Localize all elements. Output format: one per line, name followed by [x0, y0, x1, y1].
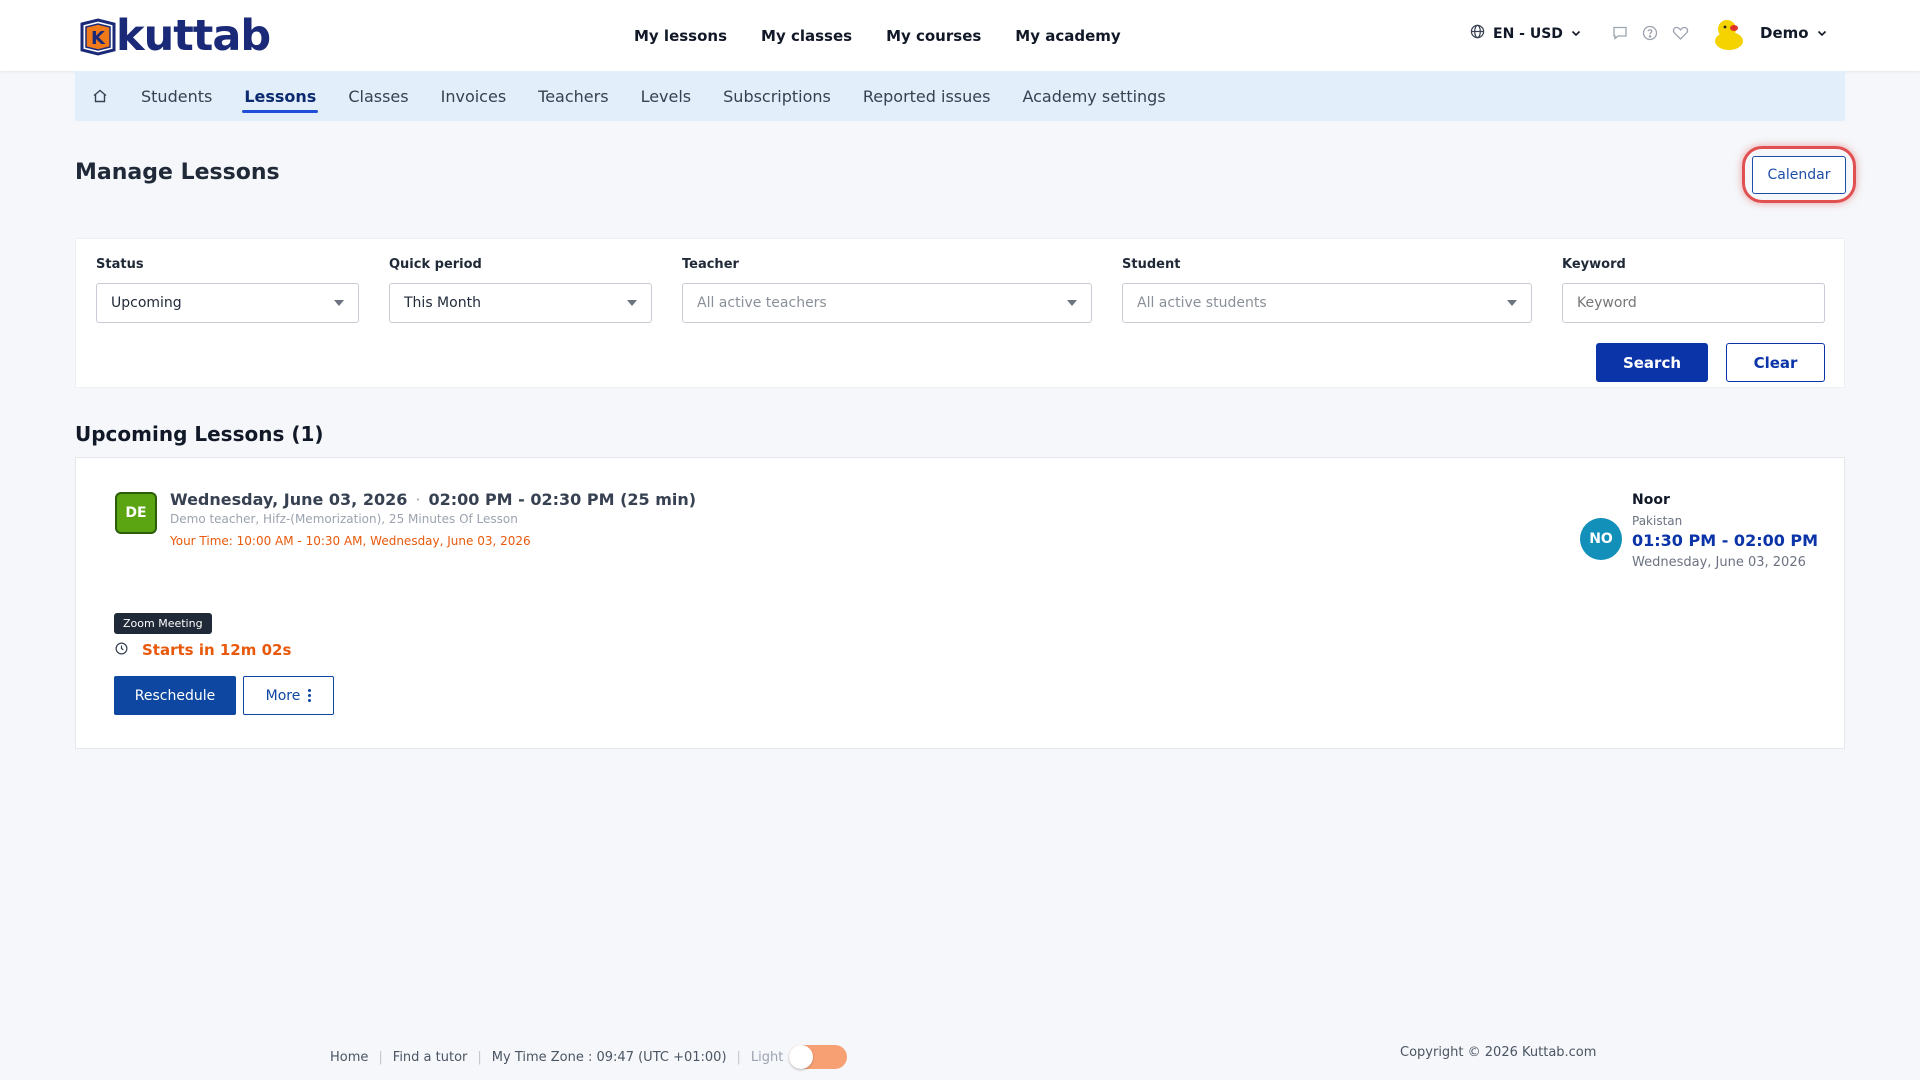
upcoming-lessons-title: Upcoming Lessons (1) — [75, 422, 324, 446]
caret-down-icon — [1067, 300, 1077, 306]
user-avatar[interactable] — [1712, 17, 1746, 51]
student-select[interactable]: All active students — [1122, 283, 1532, 323]
caret-down-icon — [627, 300, 637, 306]
lesson-card: DE Wednesday, June 03, 2026 · 02:00 PM -… — [75, 457, 1845, 749]
student-avatar: NO — [1580, 518, 1622, 560]
copyright: Copyright © 2026 Kuttab.com — [1400, 1045, 1597, 1060]
tab-classes[interactable]: Classes — [332, 71, 424, 121]
user-menu[interactable]: Demo — [1760, 24, 1827, 42]
lesson-time: 02:00 PM - 02:30 PM (25 min) — [428, 490, 697, 509]
lesson-datetime: Wednesday, June 03, 2026 · 02:00 PM - 02… — [170, 490, 696, 509]
clear-button[interactable]: Clear — [1726, 343, 1825, 382]
teacher-label: Teacher — [682, 257, 739, 272]
language-currency-label: EN - USD — [1493, 25, 1563, 42]
student-label: Student — [1122, 257, 1181, 272]
theme-label: Light — [750, 1049, 784, 1065]
heart-icon[interactable] — [1672, 25, 1689, 45]
nav-my-academy[interactable]: My academy — [1015, 27, 1120, 45]
calendar-button[interactable]: Calendar — [1752, 156, 1846, 194]
student-date: Wednesday, June 03, 2026 — [1632, 555, 1806, 570]
lesson-details: Demo teacher, Hifz-(Memorization), 25 Mi… — [170, 512, 518, 526]
academy-subnav: Students Lessons Classes Invoices Teache… — [75, 71, 1845, 121]
top-header: K kuttab My lessons My classes My course… — [0, 0, 1920, 71]
more-button[interactable]: More — [243, 676, 334, 715]
nav-my-lessons[interactable]: My lessons — [634, 27, 727, 45]
svg-text:K: K — [91, 28, 106, 49]
lesson-your-time: Your Time: 10:00 AM - 10:30 AM, Wednesda… — [170, 534, 531, 548]
keyword-input[interactable] — [1562, 283, 1825, 323]
page-title: Manage Lessons — [75, 160, 280, 185]
search-button[interactable]: Search — [1596, 343, 1708, 382]
help-icon[interactable] — [1642, 25, 1658, 45]
student-name: Noor — [1632, 492, 1670, 508]
tab-teachers[interactable]: Teachers — [522, 71, 624, 121]
clock-icon — [115, 641, 128, 659]
chat-icon[interactable] — [1612, 25, 1628, 45]
tab-academy-settings[interactable]: Academy settings — [1006, 71, 1181, 121]
tab-subscriptions[interactable]: Subscriptions — [707, 71, 847, 121]
tab-lessons[interactable]: Lessons — [228, 71, 332, 121]
footer-find-tutor-link[interactable]: Find a tutor — [393, 1050, 468, 1065]
footer-timezone[interactable]: My Time Zone : 09:47 (UTC +01:00) — [492, 1050, 727, 1065]
kuttab-logo[interactable]: K kuttab — [78, 11, 271, 61]
countdown-text: Starts in 12m 02s — [142, 641, 292, 659]
teacher-avatar: DE — [115, 492, 157, 534]
lesson-date: Wednesday, June 03, 2026 — [170, 490, 408, 509]
student-time: 01:30 PM - 02:00 PM — [1632, 531, 1819, 550]
status-value: Upcoming — [111, 295, 182, 311]
globe-icon — [1470, 24, 1485, 43]
language-currency-selector[interactable]: EN - USD — [1470, 24, 1581, 43]
chevron-down-icon — [1571, 26, 1581, 42]
footer-separator: | — [736, 1049, 741, 1065]
student-country: Pakistan — [1632, 514, 1683, 528]
status-label: Status — [96, 257, 144, 272]
lesson-filters: Status Upcoming Quick period This Month … — [75, 238, 1845, 388]
caret-down-icon — [334, 300, 344, 306]
footer-separator: | — [378, 1049, 383, 1065]
separator-dot: · — [415, 490, 421, 509]
quick-period-label: Quick period — [389, 257, 482, 272]
home-icon[interactable] — [75, 71, 125, 121]
meeting-type-badge: Zoom Meeting — [114, 613, 212, 634]
reschedule-button[interactable]: Reschedule — [114, 676, 236, 715]
logo-wordmark: kuttab — [116, 11, 271, 61]
tab-reported-issues[interactable]: Reported issues — [847, 71, 1007, 121]
quick-period-select[interactable]: This Month — [389, 283, 652, 323]
tab-students[interactable]: Students — [125, 71, 228, 121]
nav-my-courses[interactable]: My courses — [886, 27, 981, 45]
quick-period-value: This Month — [404, 295, 481, 311]
keyword-label: Keyword — [1562, 257, 1626, 272]
chevron-down-icon — [1817, 24, 1827, 42]
status-select[interactable]: Upcoming — [96, 283, 359, 323]
tab-levels[interactable]: Levels — [625, 71, 708, 121]
logo-mark-icon: K — [78, 16, 118, 56]
footer-links: Home | Find a tutor | My Time Zone : 09:… — [330, 1045, 848, 1069]
kebab-icon — [308, 689, 312, 702]
teacher-placeholder: All active teachers — [697, 295, 827, 311]
header-utility-icons — [1612, 25, 1689, 45]
lesson-countdown: Starts in 12m 02s — [115, 641, 291, 659]
main-nav: My lessons My classes My courses My acad… — [634, 0, 1121, 71]
caret-down-icon — [1507, 300, 1517, 306]
theme-toggle[interactable] — [789, 1045, 848, 1069]
nav-my-classes[interactable]: My classes — [761, 27, 852, 45]
theme-toggle-knob — [789, 1045, 814, 1069]
teacher-select[interactable]: All active teachers — [682, 283, 1092, 323]
user-name: Demo — [1760, 24, 1809, 42]
more-label: More — [265, 687, 301, 704]
tab-invoices[interactable]: Invoices — [425, 71, 523, 121]
footer-separator: | — [477, 1049, 482, 1065]
footer-home-link[interactable]: Home — [330, 1050, 368, 1065]
student-placeholder: All active students — [1137, 295, 1267, 311]
